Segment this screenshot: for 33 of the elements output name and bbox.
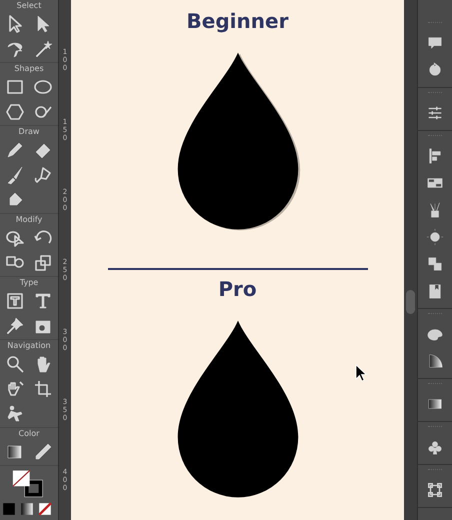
figure-icon[interactable] (5, 404, 25, 424)
section-heading: Type (20, 278, 38, 288)
circles-icon[interactable] (5, 228, 25, 248)
squares-icon[interactable] (426, 255, 444, 273)
sliders-icon[interactable] (426, 104, 444, 122)
rectangle-icon[interactable] (5, 77, 25, 97)
search-icon[interactable] (5, 354, 25, 374)
type-icon[interactable] (33, 291, 53, 311)
cursor-icon (355, 364, 367, 382)
section-heading: Color (18, 429, 40, 439)
sun-icon[interactable] (426, 228, 444, 246)
section-heading: Draw (18, 127, 40, 137)
artboard-icon[interactable] (33, 379, 53, 399)
type-icon[interactable] (5, 291, 25, 311)
hexagon-icon[interactable] (5, 102, 25, 122)
wand-icon[interactable] (33, 39, 53, 59)
section-heading: Select (16, 1, 42, 11)
pin-icon[interactable] (5, 316, 25, 336)
gradient-mode-icon[interactable] (20, 502, 34, 516)
transform-icon[interactable] (33, 253, 53, 273)
scrollbar-thumb[interactable] (406, 290, 415, 314)
none-mode-icon[interactable] (38, 502, 52, 516)
heading: Pro (218, 276, 257, 302)
color-mode-icon[interactable] (2, 502, 16, 516)
section-heading: Modify (16, 215, 42, 225)
heading: Beginner (186, 8, 288, 34)
section-heading: Navigation (7, 341, 51, 351)
section-heading: Shapes (14, 64, 44, 74)
transform-icon[interactable] (426, 481, 444, 499)
hand-icon[interactable] (5, 379, 25, 399)
ellipse-icon[interactable] (33, 77, 53, 97)
brush-icon[interactable] (5, 165, 25, 185)
pencil-icon[interactable] (5, 140, 25, 160)
